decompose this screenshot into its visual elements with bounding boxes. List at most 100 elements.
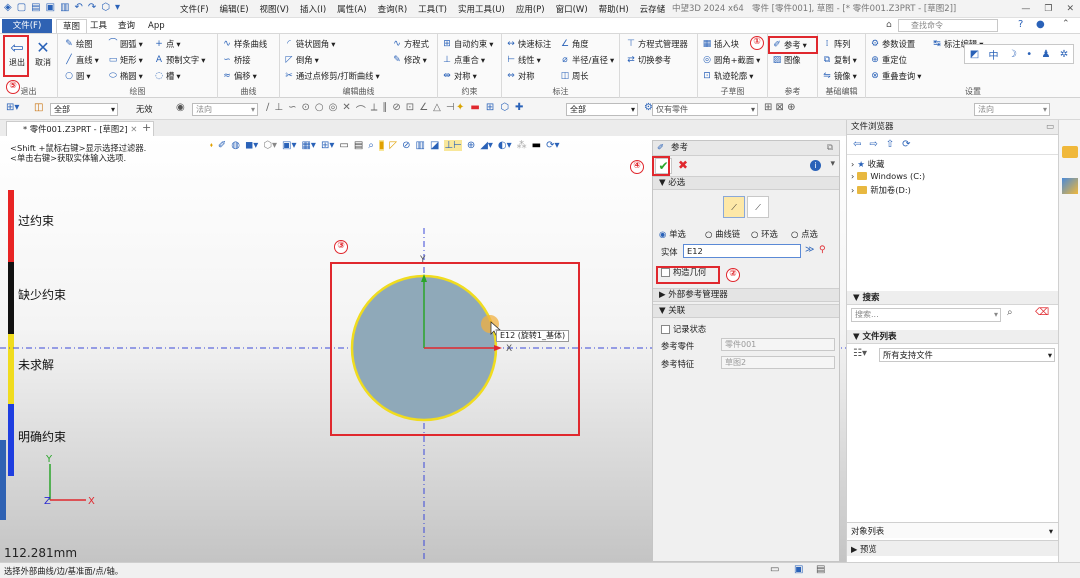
minimize-icon[interactable]: —: [1021, 4, 1030, 14]
snap-end-icon[interactable]: ⊥: [274, 102, 283, 117]
ime-user-icon[interactable]: ♟: [1042, 49, 1051, 60]
ime-mode-icon[interactable]: 中: [989, 47, 999, 62]
snap-grid-icon[interactable]: ⊡: [406, 102, 414, 117]
clear-search-icon[interactable]: ⌫: [1035, 307, 1049, 318]
filter-combo-all-2[interactable]: 全部 ▾: [566, 103, 638, 116]
section-association[interactable]: ▼ 关联: [653, 304, 839, 318]
entity-expand-icon[interactable]: ≫: [805, 245, 814, 255]
menu-tools[interactable]: 工具(T): [418, 3, 447, 15]
folder-tab-icon[interactable]: [1062, 146, 1078, 158]
menu-query[interactable]: 查询(R): [378, 3, 408, 15]
coincident-button[interactable]: ⊥ 点重合 ▾: [442, 54, 485, 66]
dropdown-icon[interactable]: ▾: [115, 2, 120, 13]
ime-settings-icon[interactable]: ✲: [1060, 49, 1068, 60]
parts-only-combo[interactable]: 仅有零件 ▾: [652, 103, 758, 116]
line-button[interactable]: ╱ 直线 ▾: [64, 54, 99, 66]
angle-dim-button[interactable]: ∠ 角度: [560, 38, 589, 50]
circle-section-button[interactable]: ◎ 圆角+截面 ▾: [702, 54, 760, 66]
toggle-reference-button[interactable]: ⇄ 切换参考: [626, 54, 671, 66]
auto-constraint-button[interactable]: ⊞ 自动约束 ▾: [442, 38, 493, 50]
snap-line-icon[interactable]: ∕: [266, 102, 269, 117]
record-state-checkbox[interactable]: 记录状态: [661, 323, 706, 335]
arc-button[interactable]: ⌒ 圆弧 ▾: [108, 38, 142, 50]
ime-logo-icon[interactable]: ◩: [970, 49, 979, 60]
select-icon[interactable]: ⬡: [101, 2, 110, 13]
camera-icon[interactable]: ◉: [176, 102, 185, 113]
bridge-button[interactable]: ∽ 桥接: [222, 54, 250, 66]
symmetric-constraint-button[interactable]: ⇹ 对称 ▾: [442, 70, 477, 82]
tab-tools[interactable]: 工具: [84, 19, 113, 33]
section-file-list[interactable]: ▼ 文件列表: [847, 330, 1059, 344]
menu-apps[interactable]: 应用(P): [516, 3, 545, 15]
tab-sketch[interactable]: 草图: [56, 19, 88, 33]
save-icon[interactable]: ▣: [46, 2, 55, 13]
ref-type-curve-icon[interactable]: ⟋: [723, 196, 745, 218]
normal-combo-2[interactable]: 法向 ▾: [974, 103, 1050, 116]
panel-close-icon[interactable]: ▭: [1046, 120, 1058, 135]
restore-icon[interactable]: ❐: [1044, 4, 1052, 14]
section-required[interactable]: ▼ 必选: [653, 176, 839, 190]
file-type-select[interactable]: 所有支持文件 ▾: [879, 348, 1055, 362]
ime-moon-icon[interactable]: ☽: [1008, 49, 1017, 60]
menu-file[interactable]: 文件(F): [180, 3, 209, 15]
document-tab[interactable]: * 零件001.Z3PRT - [草图2] ✕: [6, 121, 155, 136]
browser-search-input[interactable]: 搜索... ▾: [851, 308, 1001, 322]
ref-type-intersect-icon[interactable]: ⟋: [747, 196, 769, 218]
chamfer-button[interactable]: ◸ 倒角 ▾: [284, 54, 319, 66]
normal-combo[interactable]: 法向 ▾: [192, 103, 258, 116]
snap-ext-icon[interactable]: ⊣: [446, 102, 455, 117]
status-layout-icon[interactable]: ▤: [816, 564, 825, 575]
tree-drive-c[interactable]: › Windows (C:): [851, 171, 925, 181]
menu-insert[interactable]: 插入(I): [300, 3, 326, 15]
filter-none-label[interactable]: 无效: [136, 103, 153, 115]
preview-section[interactable]: ▶ 预览: [847, 540, 1059, 556]
menu-cloud[interactable]: 云存储: [640, 3, 666, 15]
circle-button[interactable]: ○ 圆 ▾: [64, 70, 90, 82]
info-icon[interactable]: ●: [1036, 19, 1045, 30]
entity-input[interactable]: E12: [683, 244, 801, 258]
ellipse-button[interactable]: ⬭ 椭圆 ▾: [108, 70, 143, 82]
section-search[interactable]: ▼ 搜索: [847, 291, 1059, 305]
image-button[interactable]: ▨ 图像: [772, 54, 801, 66]
home-icon[interactable]: ⌂: [886, 20, 892, 30]
new-tab-icon[interactable]: +: [142, 121, 151, 134]
filter-combo-all[interactable]: 全部 ▾: [50, 103, 118, 116]
bulb-icon[interactable]: ✦: [456, 102, 464, 113]
parameter-settings-button[interactable]: ⚙ 参数设置: [870, 38, 915, 50]
point-button[interactable]: + 点 ▾: [154, 38, 180, 50]
search-icon[interactable]: ⌕: [1007, 307, 1013, 318]
snap-parallel-icon[interactable]: ∥: [382, 102, 387, 117]
offset-button[interactable]: ≈ 偏移 ▾: [222, 70, 257, 82]
draw-button[interactable]: ✎ 绘图: [64, 38, 92, 50]
object-list-select[interactable]: 对象列表 ▾: [847, 522, 1059, 538]
rectangle-button[interactable]: ▭ 矩形 ▾: [108, 54, 143, 66]
overlap-query-button[interactable]: ⊗ 重叠查询 ▾: [870, 70, 921, 82]
undo-icon[interactable]: ↶: [75, 2, 83, 13]
print-icon[interactable]: ▥: [60, 2, 69, 13]
ime-punct-icon[interactable]: •: [1026, 49, 1032, 60]
equation-curve-button[interactable]: ∿ 方程式: [392, 38, 429, 50]
list-view-icon[interactable]: ☷▾: [853, 348, 867, 359]
pick-icon[interactable]: ◫: [34, 102, 43, 113]
radio-loop[interactable]: ○ 环选: [751, 228, 778, 240]
snap-intersect-icon[interactable]: ✕: [342, 102, 350, 117]
radio-single[interactable]: ◉ 单选: [659, 228, 686, 240]
hex-icon[interactable]: ⬡: [500, 102, 509, 113]
back-icon[interactable]: ⇦: [853, 139, 861, 150]
snap-tangent-icon[interactable]: ⌒: [356, 102, 366, 117]
refresh-icon[interactable]: ⟳: [902, 139, 910, 150]
relocate-button[interactable]: ⊕ 重定位: [870, 54, 907, 66]
info-help-icon[interactable]: i: [810, 160, 821, 171]
snap-quad-icon[interactable]: ◎: [329, 102, 338, 117]
snap-center-icon[interactable]: ⊙: [301, 102, 309, 117]
cancel-button[interactable]: ✕ 取消: [30, 38, 56, 68]
snap-mid-icon[interactable]: ∽: [288, 102, 296, 117]
status-window-icon[interactable]: ▭: [770, 564, 779, 575]
tab-file[interactable]: 文件(F): [2, 19, 52, 33]
menu-view[interactable]: 视图(V): [260, 3, 289, 15]
forward-icon[interactable]: ⇨: [869, 139, 877, 150]
menu-edit[interactable]: 编辑(E): [220, 3, 249, 15]
radio-point[interactable]: ○ 点选: [791, 228, 818, 240]
filter-icon[interactable]: ⊞▾: [6, 102, 19, 113]
plane-icon[interactable]: ⊞: [486, 102, 494, 113]
